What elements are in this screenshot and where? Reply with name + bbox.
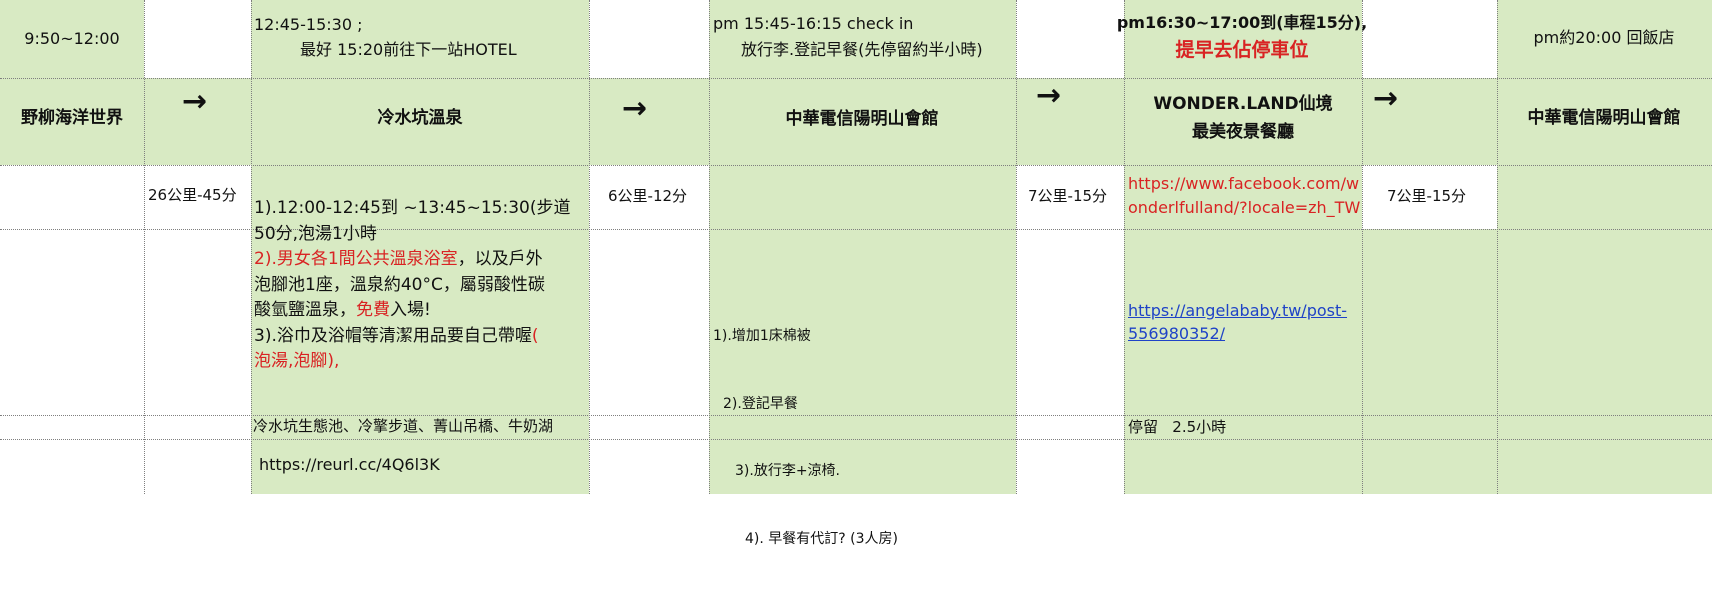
cell-top-spacer-4 xyxy=(1362,0,1497,78)
cell-top-spacer-1 xyxy=(144,0,251,78)
hot-spring-detail-text: ，以及戶外 xyxy=(457,249,543,269)
time-restaurant-line-1: pm16:30~17:00到(車程15分), xyxy=(1116,13,1368,32)
hot-spring-detail-line: 3).浴巾及浴帽等清潔用品要自己帶喔( xyxy=(254,324,584,350)
stop-restaurant-line-1: WONDER.LAND仙境 xyxy=(1153,94,1333,114)
cell-low2-empty-3 xyxy=(589,439,709,494)
hot-spring-detail-text: 酸氫鹽溫泉， xyxy=(254,300,356,320)
nearby-attractions: 冷水坑生態池、冷擎步道、菁山吊橋、牛奶湖 xyxy=(253,417,554,435)
cell-return-notes-top xyxy=(1497,165,1712,229)
hot-spring-detail-text: 入場! xyxy=(390,300,431,320)
cell-low2-green-2 xyxy=(1124,439,1362,494)
distance-hotel-to-restaurant: 7公里-15分 xyxy=(1028,187,1108,205)
arrow-right-icon: → xyxy=(1036,78,1062,113)
cell-low1-empty-4 xyxy=(1016,415,1124,439)
cell-time-hotel-checkin xyxy=(709,0,1016,78)
time-return-hotel: pm約20:00 回飯店 xyxy=(1533,28,1675,47)
cell-top-spacer-3 xyxy=(1016,0,1124,78)
cell-detail-empty-4 xyxy=(1016,229,1124,415)
cell-detail-empty-3 xyxy=(589,229,709,415)
stop-restaurant-line-2: 最美夜景餐廳 xyxy=(1192,122,1294,142)
cell-detail-green-1 xyxy=(1362,229,1497,415)
cell-hotel-notes-top xyxy=(709,165,1016,229)
facebook-link-line-1[interactable]: https://www.facebook.com/w xyxy=(1128,176,1359,192)
cell-low2-empty-4 xyxy=(1016,439,1124,494)
time-hot-spring-line-2: 最好 15:20前往下一站HOTEL xyxy=(300,40,517,59)
time-hot-spring-line-1: 12:45-15:30 ; xyxy=(254,15,363,34)
time-yehliu: 9:50~12:00 xyxy=(24,29,120,48)
facebook-link-line-2[interactable]: onderlfulland/?locale=zh_TW xyxy=(1128,200,1360,216)
cell-low2-empty-1 xyxy=(0,439,144,494)
cell-low2-green-4 xyxy=(1497,439,1712,494)
stay-duration: 停留 2.5小時 xyxy=(1128,418,1227,436)
time-hotel-line-1: pm 15:45-16:15 check in xyxy=(713,14,914,33)
cell-low1-empty-2 xyxy=(144,415,251,439)
hot-spring-detail-line: 酸氫鹽溫泉，免費入場! xyxy=(254,298,584,324)
cell-low1-green-2 xyxy=(1362,415,1497,439)
short-link[interactable]: https://reurl.cc/4Q6l3K xyxy=(259,457,440,473)
cell-detail-green-2 xyxy=(1497,229,1712,415)
arrow-right-icon: → xyxy=(182,84,208,119)
restaurant-link-line-2[interactable]: 556980352/ xyxy=(1128,326,1225,342)
cell-low1-green-3 xyxy=(1497,415,1712,439)
cell-restaurant-link xyxy=(1124,229,1362,415)
arrow-right-icon: → xyxy=(1373,81,1399,116)
distance-restaurant-to-hotel: 7公里-15分 xyxy=(1387,187,1467,205)
hotel-note-item: 2).登記早餐 xyxy=(723,395,798,412)
cell-time-hot-spring xyxy=(251,0,589,78)
arrow-right-icon: → xyxy=(622,91,648,126)
hot-spring-red-note: 2).男女各1間公共溫泉浴室 xyxy=(254,249,458,269)
stop-return-hotel: 中華電信陽明山會館 xyxy=(1527,108,1681,128)
hot-spring-red-note: 泡湯,泡腳), xyxy=(254,351,340,371)
hotel-notes-list: 1).增加1床棉被 2).登記早餐 3).放行李+涼椅. 4). 早餐有代訂? … xyxy=(711,280,898,595)
hot-spring-detail-line: 2).男女各1間公共溫泉浴室，以及戶外 xyxy=(254,247,584,273)
stop-hot-spring: 冷水坑溫泉 xyxy=(377,108,463,128)
cell-distance-empty-1 xyxy=(0,165,144,229)
hot-spring-free-label: 免費 xyxy=(356,300,390,320)
hot-spring-detail-line: 泡腳池1座，溫泉約40°C，屬弱酸性碳 xyxy=(254,274,545,295)
distance-hot-spring-to-hotel: 6公里-12分 xyxy=(608,187,688,205)
cell-arrow-3 xyxy=(1016,78,1124,165)
cell-low2-green-3 xyxy=(1362,439,1497,494)
hot-spring-detail-line: 1).12:00-12:45到 ~13:45~15:30(步道 xyxy=(254,198,571,218)
stop-hotel: 中華電信陽明山會館 xyxy=(785,109,939,129)
hotel-note-item: 3).放行李+涼椅. xyxy=(735,463,840,479)
cell-detail-empty-1 xyxy=(0,229,144,415)
cell-low2-empty-2 xyxy=(144,439,251,494)
time-hotel-line-2: 放行李.登記早餐(先停留約半小時) xyxy=(741,40,983,59)
hotel-note-item: 1).增加1床棉被 xyxy=(713,328,811,344)
stop-yehliu: 野柳海洋世界 xyxy=(21,108,123,128)
distance-yehliu-to-hot-spring: 26公里-45分 xyxy=(148,186,237,204)
restaurant-link-line-1[interactable]: https://angelababy.tw/post- xyxy=(1128,303,1347,319)
cell-low1-empty-1 xyxy=(0,415,144,439)
hot-spring-red-note: ( xyxy=(531,325,539,346)
time-restaurant-line-2: 提早去佔停車位 xyxy=(1175,39,1309,61)
hot-spring-detail-line: 50分,泡湯1小時 xyxy=(254,223,377,244)
cell-detail-empty-2 xyxy=(144,229,251,415)
cell-low1-empty-3 xyxy=(589,415,709,439)
cell-top-spacer-2 xyxy=(589,0,709,78)
itinerary-spreadsheet: 9:50~12:00 12:45-15:30 ; 最好 15:20前往下一站HO… xyxy=(0,0,1712,547)
hot-spring-detail-text: 3).浴巾及浴帽等清潔用品要自己帶喔 xyxy=(254,325,532,346)
hotel-note-item: 4). 早餐有代訂? (3人房) xyxy=(745,530,898,547)
cell-arrow-2 xyxy=(589,78,709,165)
hot-spring-details: 1).12:00-12:45到 ~13:45~15:30(步道 50分,泡湯1小… xyxy=(254,196,584,375)
